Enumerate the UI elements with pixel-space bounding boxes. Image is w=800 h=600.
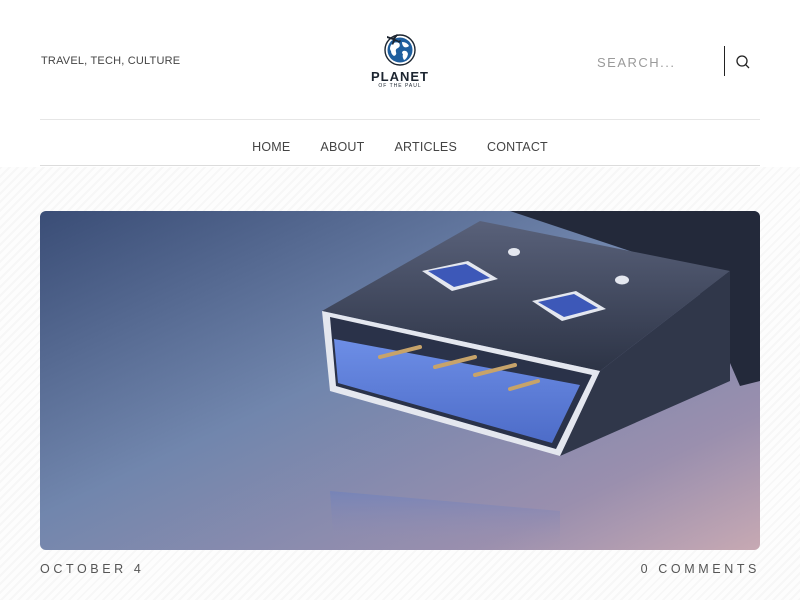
site-logo[interactable]: PLANET OF THE PAUL — [362, 28, 438, 100]
nav-item-about[interactable]: ABOUT — [320, 131, 364, 164]
logo-name: PLANET — [371, 69, 429, 84]
search-input[interactable] — [597, 52, 722, 72]
post-date: OCTOBER 4 — [40, 562, 145, 576]
search-button[interactable] — [733, 52, 753, 72]
search-icon — [736, 55, 750, 69]
post-comments-link[interactable]: 0 COMMENTS — [641, 562, 760, 576]
nav-top-divider — [40, 119, 760, 120]
site-tagline: TRAVEL, TECH, CULTURE — [41, 55, 181, 67]
nav-item-home[interactable]: HOME — [252, 131, 290, 164]
post-featured-image[interactable] — [40, 211, 760, 550]
main-nav: HOME ABOUT ARTICLES CONTACT — [0, 131, 800, 164]
search-divider — [724, 46, 725, 76]
nav-item-articles[interactable]: ARTICLES — [394, 131, 457, 164]
globe-airplane-icon — [384, 34, 416, 66]
logo-subtitle: OF THE PAUL — [378, 83, 422, 89]
site-header: TRAVEL, TECH, CULTURE PLANET OF THE PAUL — [0, 0, 800, 120]
nav-bottom-divider — [40, 165, 760, 166]
nav-item-contact[interactable]: CONTACT — [487, 131, 548, 164]
